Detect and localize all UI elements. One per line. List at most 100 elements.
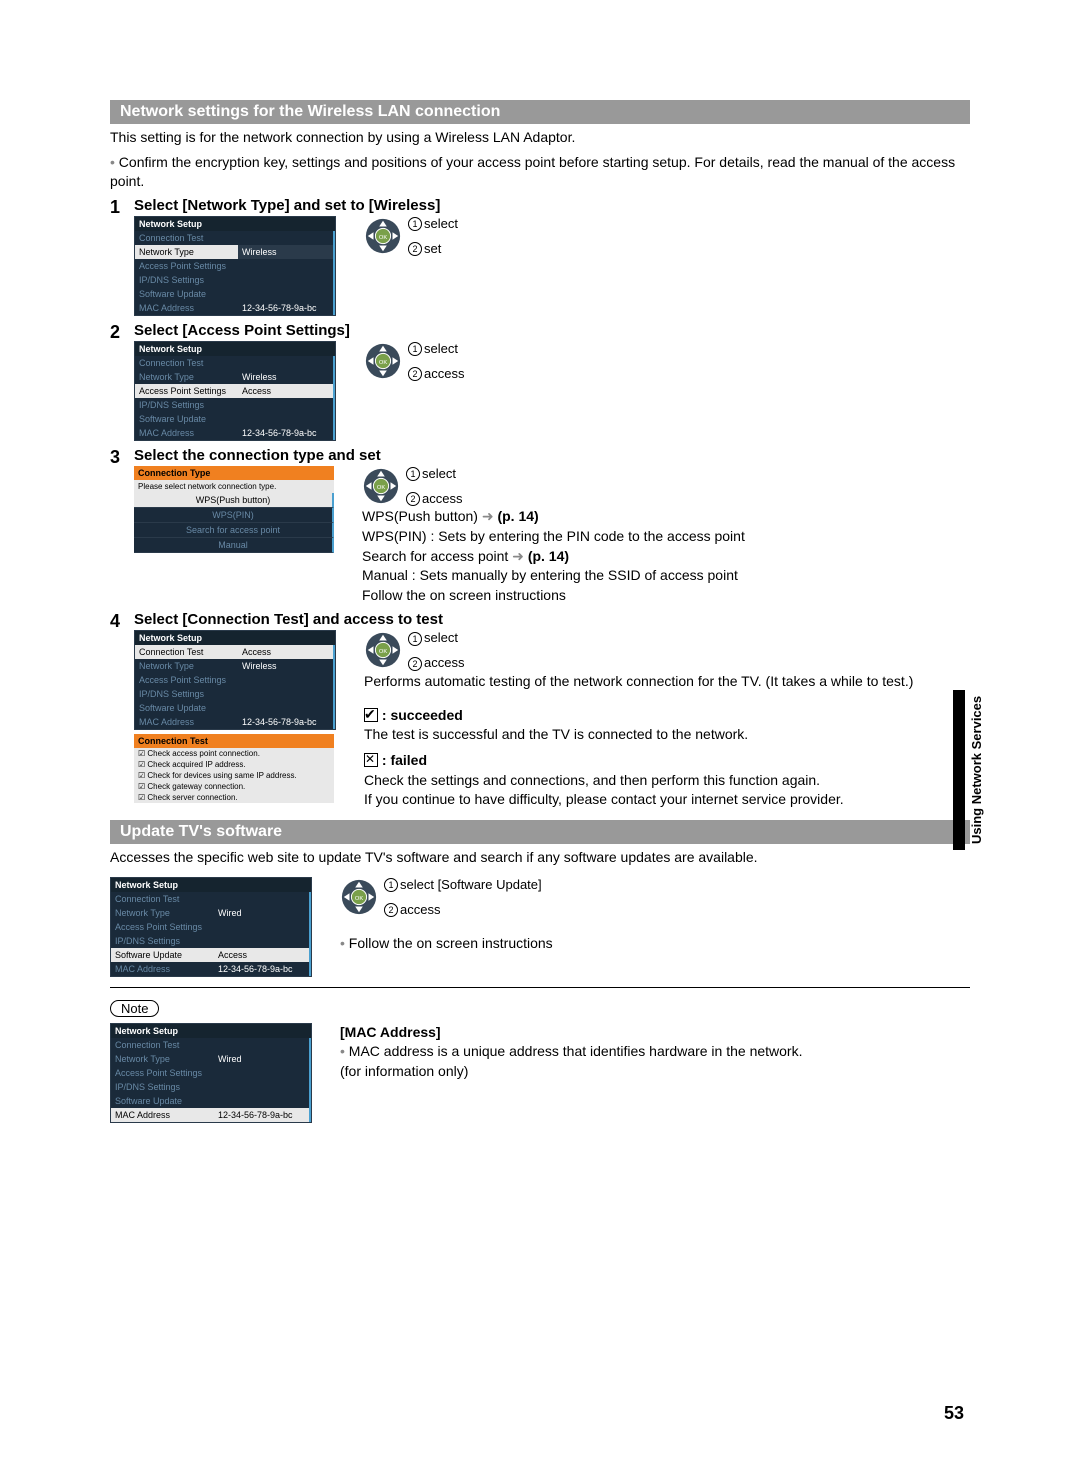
panel-title: Connection Test: [134, 734, 334, 748]
step-1: 1 Select [Network Type] and set to [Wire…: [110, 197, 970, 316]
ok-button-diagram: OK 1select 2access: [362, 466, 745, 508]
step-number: 3: [110, 447, 134, 468]
circle-2-icon: 2: [408, 367, 422, 381]
check-ip: Check acquired IP address.: [134, 759, 334, 770]
section-header-update: Update TV's software: [110, 820, 970, 844]
menu-ap-settings: Access Point Settings: [135, 384, 238, 398]
step-title: Select [Access Point Settings]: [134, 322, 970, 339]
divider: [110, 987, 970, 988]
menu-mac-val: 12-34-56-78-9a-bc: [238, 426, 333, 440]
step-2: 2 Select [Access Point Settings] Network…: [110, 322, 970, 441]
menu-mac-val: 12-34-56-78-9a-bc: [238, 301, 333, 315]
mac-address-info: (for information only): [340, 1063, 468, 1079]
check-gateway: Check gateway connection.: [134, 781, 334, 792]
menu-connection-test: Connection Test: [111, 892, 214, 906]
mac-address-desc: MAC address is a unique address that ide…: [340, 1043, 802, 1059]
svg-text:OK: OK: [377, 485, 385, 491]
svg-text:OK: OK: [379, 360, 387, 366]
step-3: 3 Select the connection type and set Con…: [110, 447, 970, 606]
ok-dpad-icon: OK: [364, 341, 402, 381]
step-number: 1: [110, 197, 134, 218]
option-manual: Manual: [134, 538, 334, 553]
step-title: Select the connection type and set: [134, 447, 970, 464]
ok-button-diagram: OK 1select 2access: [364, 341, 464, 441]
network-setup-panel: Network Setup Connection Test Network Ty…: [110, 877, 312, 977]
svg-text:OK: OK: [379, 235, 387, 241]
panel-title: Network Setup: [135, 631, 335, 645]
network-setup-panel: Network Setup Connection Test Network Ty…: [134, 216, 336, 316]
circle-2-icon: 2: [408, 242, 422, 256]
menu-ipdns: IP/DNS Settings: [111, 934, 214, 948]
option-wps-push: WPS(Push button): [134, 493, 334, 508]
checkbox-success-icon: [364, 708, 378, 722]
ok-button-diagram: OK 1select [Software Update] 2access: [340, 877, 553, 919]
step-4: 4 Select [Connection Test] and access to…: [110, 611, 970, 809]
menu-network-type-val: Wired: [214, 906, 309, 920]
step-number: 2: [110, 322, 134, 343]
failed-desc-2: If you continue to have difficulty, plea…: [364, 791, 844, 807]
menu-connection-test: Connection Test: [135, 231, 238, 245]
menu-connection-test: Connection Test: [135, 356, 238, 370]
step-title: Select [Connection Test] and access to t…: [134, 611, 970, 628]
circle-1-icon: 1: [384, 878, 398, 892]
menu-mac: MAC Address: [135, 715, 238, 729]
circle-1-icon: 1: [406, 467, 420, 481]
menu-connection-test: Connection Test: [135, 645, 238, 659]
side-tab-using-network: Using Network Services: [953, 690, 984, 850]
panel-title: Network Setup: [135, 217, 335, 231]
ok-dpad-icon: OK: [364, 216, 402, 256]
mac-address-title: [MAC Address]: [340, 1024, 441, 1040]
menu-network-type: Network Type: [135, 659, 238, 673]
label-select: select: [424, 341, 458, 358]
panel-title: Network Setup: [111, 1024, 311, 1038]
label-access: access: [422, 491, 462, 508]
network-setup-panel: Network Setup Connection Test Network Ty…: [134, 341, 336, 441]
step-4-description: Performs automatic testing of the networ…: [364, 672, 913, 692]
network-setup-panel: Network Setup Connection Test Network Ty…: [110, 1023, 312, 1123]
label-succeeded: : succeeded: [382, 707, 463, 723]
label-select: select: [422, 466, 456, 483]
menu-network-type-val: Wired: [214, 1052, 309, 1066]
menu-ap-settings: Access Point Settings: [111, 920, 214, 934]
svg-text:OK: OK: [355, 896, 363, 902]
menu-sw-update: Software Update: [111, 1094, 214, 1108]
label-select-sw: select [Software Update]: [400, 877, 542, 894]
connection-test-panel: Connection Test Check access point conne…: [134, 734, 334, 803]
checkbox-fail-icon: [364, 753, 378, 767]
check-same-ip: Check for devices using same IP address.: [134, 770, 334, 781]
ok-dpad-icon: OK: [340, 877, 378, 917]
menu-network-type: Network Type: [111, 1052, 214, 1066]
menu-connection-test: Connection Test: [111, 1038, 214, 1052]
menu-mac: MAC Address: [111, 962, 214, 976]
menu-ipdns: IP/DNS Settings: [135, 687, 238, 701]
manual-page: Network settings for the Wireless LAN co…: [0, 0, 1080, 1464]
update-intro: Accesses the specific web site to update…: [110, 848, 970, 867]
label-select: select: [424, 216, 458, 233]
svg-text:OK: OK: [379, 649, 387, 655]
menu-network-type: Network Type: [135, 245, 238, 259]
menu-mac-val: 12-34-56-78-9a-bc: [238, 715, 333, 729]
network-setup-panel: Network Setup Connection TestAccess Netw…: [134, 630, 336, 730]
label-access: access: [424, 655, 464, 672]
intro-line-1: This setting is for the network connecti…: [110, 128, 970, 147]
menu-network-type-val: Wireless: [238, 659, 333, 673]
circle-2-icon: 2: [406, 492, 420, 506]
note-badge: Note: [110, 1000, 159, 1017]
step-title: Select [Network Type] and set to [Wirele…: [134, 197, 970, 214]
menu-ipdns: IP/DNS Settings: [135, 273, 238, 287]
menu-network-type-val: Wireless: [238, 370, 333, 384]
ok-button-diagram: OK 1select 2set: [364, 216, 458, 316]
menu-mac-val: 12-34-56-78-9a-bc: [214, 962, 309, 976]
check-server: Check server connection.: [134, 792, 334, 803]
panel-title: Network Setup: [135, 342, 335, 356]
menu-network-type-val: Wireless: [238, 245, 333, 259]
menu-mac-val: 12-34-56-78-9a-bc: [214, 1108, 309, 1122]
panel-title: Connection Type: [134, 466, 334, 480]
succeeded-desc: The test is successful and the TV is con…: [364, 726, 748, 742]
menu-mac: MAC Address: [111, 1108, 214, 1122]
circle-1-icon: 1: [408, 632, 422, 646]
menu-sw-val: Access: [214, 948, 309, 962]
menu-sw-update: Software Update: [111, 948, 214, 962]
menu-ap-val: Access: [238, 384, 333, 398]
menu-ap-settings: Access Point Settings: [111, 1066, 214, 1080]
